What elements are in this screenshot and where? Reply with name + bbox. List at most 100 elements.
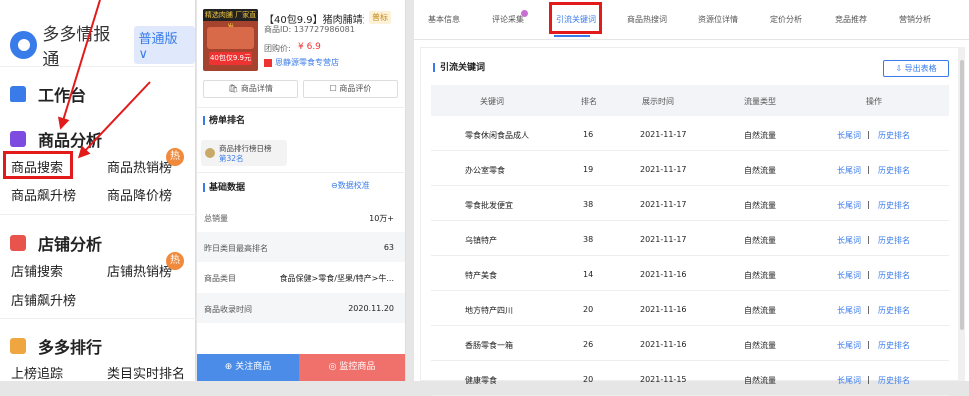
rank-cell: 20 bbox=[583, 375, 594, 384]
product-id: 商品ID: 137727986081 bbox=[264, 25, 355, 34]
scrollbar-thumb[interactable] bbox=[960, 60, 964, 330]
ranking-icon bbox=[10, 338, 26, 354]
keyword-cell: 地方特产四川 bbox=[465, 306, 513, 315]
nav-item-category-rank[interactable]: 类目实时排名 bbox=[107, 363, 185, 382]
column-header: 操作 bbox=[866, 97, 882, 106]
traffic-type-cell: 自然流量 bbox=[744, 306, 776, 315]
export-button[interactable]: ⇩ 导出表格 bbox=[883, 60, 949, 77]
field-value: 食品保健>零食/坚果/特产>牛... bbox=[279, 274, 394, 283]
tab-basic-info[interactable]: 基本信息 bbox=[428, 14, 460, 25]
hot-badge: 热 bbox=[166, 148, 184, 166]
product-review-button[interactable]: ☐ 商品评价 bbox=[303, 80, 398, 98]
table-row: 零食批发便宜 38 2021-11-17 自然流量 长尾词 | 历史排名 bbox=[431, 186, 949, 221]
follow-product-button[interactable]: ⊕ 关注商品 bbox=[197, 354, 299, 381]
nav-item-store-search[interactable]: 店铺搜索 bbox=[11, 261, 63, 280]
tab-competitor[interactable]: 竞品推荐 bbox=[835, 14, 867, 25]
longtail-link[interactable]: 长尾词 bbox=[837, 130, 861, 141]
traffic-type-cell: 自然流量 bbox=[744, 201, 776, 210]
table-row: 办公室零食 19 2021-11-17 自然流量 长尾词 | 历史排名 bbox=[431, 151, 949, 186]
history-rank-link[interactable]: 历史排名 bbox=[878, 270, 910, 281]
keyword-cell: 零食休闲食品成人 bbox=[465, 131, 529, 140]
version-selector[interactable]: 普通版 ∨ bbox=[133, 26, 195, 64]
tab-hot-search[interactable]: 商品热搜词 bbox=[627, 14, 667, 25]
product-detail-button[interactable]: 🛍 商品详情 bbox=[203, 80, 298, 98]
table-row: 地方特产四川 20 2021-11-16 自然流量 长尾词 | 历史排名 bbox=[431, 291, 949, 326]
history-rank-link[interactable]: 历史排名 bbox=[878, 235, 910, 246]
history-rank-link[interactable]: 历史排名 bbox=[878, 305, 910, 316]
history-rank-link[interactable]: 历史排名 bbox=[878, 130, 910, 141]
op-separator: | bbox=[867, 270, 870, 279]
tab-bar: 基本信息 评论采集 引流关键词 商品热搜词 资源位详情 定价分析 竞品推荐 营销… bbox=[414, 0, 969, 40]
column-header: 流量类型 bbox=[744, 97, 776, 106]
history-rank-link[interactable]: 历史排名 bbox=[878, 200, 910, 211]
nav-section-title: 商品分析 bbox=[38, 131, 103, 150]
button-label: 商品评价 bbox=[339, 84, 372, 93]
nav-item-product-rising[interactable]: 商品飙升榜 bbox=[11, 185, 76, 204]
image-band: 精选肉脯 厂家直发 bbox=[203, 9, 258, 31]
traffic-type-cell: 自然流量 bbox=[744, 166, 776, 175]
op-separator: | bbox=[867, 200, 870, 209]
column-header: 关键词 bbox=[480, 97, 504, 106]
longtail-link[interactable]: 长尾词 bbox=[837, 270, 861, 281]
nav-item-tracking[interactable]: 上榜追踪 bbox=[11, 363, 63, 382]
divider bbox=[0, 214, 196, 215]
nav-item-product-hot[interactable]: 商品热销榜 bbox=[107, 157, 172, 176]
field-row: 商品收录时间 2020.11.20 bbox=[197, 293, 405, 323]
divider bbox=[0, 318, 196, 319]
price-label: 团购价: bbox=[264, 44, 291, 53]
op-separator: | bbox=[867, 165, 870, 174]
longtail-link[interactable]: 长尾词 bbox=[837, 340, 861, 351]
nav-section-workbench[interactable]: 工作台 bbox=[10, 82, 86, 106]
logo-icon bbox=[10, 31, 38, 59]
home-icon bbox=[10, 86, 26, 102]
price-value: ¥ 6.9 bbox=[298, 42, 321, 52]
traffic-type-cell: 自然流量 bbox=[744, 271, 776, 280]
tab-review-collect[interactable]: 评论采集 bbox=[492, 14, 524, 25]
longtail-link[interactable]: 长尾词 bbox=[837, 305, 861, 316]
keyword-cell: 特产美食 bbox=[465, 271, 497, 280]
longtail-link[interactable]: 长尾词 bbox=[837, 235, 861, 246]
field-key: 商品类目 bbox=[204, 274, 236, 283]
field-value: 2020.11.20 bbox=[348, 304, 394, 313]
field-row: 昨日类目最高排名 63 bbox=[197, 232, 405, 262]
keyword-cell: 香肠零食一箱 bbox=[465, 341, 513, 350]
nav-item-store-rising[interactable]: 店铺飙升榜 bbox=[11, 290, 76, 309]
date-cell: 2021-11-16 bbox=[640, 270, 687, 279]
tab-marketing[interactable]: 营销分析 bbox=[899, 14, 931, 25]
history-rank-link[interactable]: 历史排名 bbox=[878, 165, 910, 176]
calibrate-link[interactable]: ⊖数据校准 bbox=[331, 180, 370, 191]
op-separator: | bbox=[867, 340, 870, 349]
app-logo[interactable]: 多多情报通 普通版 ∨ bbox=[10, 20, 195, 70]
date-cell: 2021-11-17 bbox=[640, 130, 687, 139]
tab-resource-slot[interactable]: 资源位详情 bbox=[698, 14, 738, 25]
keyword-card: 引流关键词 ⇩ 导出表格 关键词 排名 展示时间 流量类型 操作 零食休闲食品成… bbox=[420, 47, 959, 396]
active-tab-indicator bbox=[554, 35, 590, 37]
nav-section-product-analysis: 商品分析 bbox=[10, 127, 102, 151]
date-cell: 2021-11-15 bbox=[640, 375, 687, 384]
product-image[interactable]: 精选肉脯 厂家直发 40包仅9.9元 bbox=[203, 9, 258, 71]
op-separator: | bbox=[867, 235, 870, 244]
longtail-link[interactable]: 长尾词 bbox=[837, 165, 861, 176]
button-label: 商品详情 bbox=[240, 84, 273, 93]
tab-pricing[interactable]: 定价分析 bbox=[770, 14, 802, 25]
date-cell: 2021-11-16 bbox=[640, 305, 687, 314]
field-key: 昨日类目最高排名 bbox=[204, 244, 268, 253]
nav-item-product-pricedrop[interactable]: 商品降价榜 bbox=[107, 185, 172, 204]
op-separator: | bbox=[867, 130, 870, 139]
date-cell: 2021-11-17 bbox=[640, 235, 687, 244]
op-separator: | bbox=[867, 375, 870, 384]
divider bbox=[0, 66, 196, 67]
rank-card: 商品排行榜日榜 第32名 bbox=[201, 140, 287, 166]
history-rank-link[interactable]: 历史排名 bbox=[878, 340, 910, 351]
logo-text: 多多情报通 bbox=[42, 25, 111, 70]
highlight-box bbox=[549, 2, 602, 34]
bag-icon bbox=[10, 131, 26, 147]
rank-cell: 19 bbox=[583, 165, 594, 174]
divider bbox=[197, 172, 406, 173]
store-link[interactable]: 恩静源零食专营店 bbox=[264, 57, 339, 68]
longtail-link[interactable]: 长尾词 bbox=[837, 200, 861, 211]
field-value: 63 bbox=[383, 243, 394, 252]
monitor-product-button[interactable]: ◎ 监控商品 bbox=[299, 354, 405, 381]
nav-item-store-hot[interactable]: 店铺热销榜 bbox=[107, 261, 172, 280]
nav-section-ranking: 多多排行 bbox=[10, 334, 102, 358]
